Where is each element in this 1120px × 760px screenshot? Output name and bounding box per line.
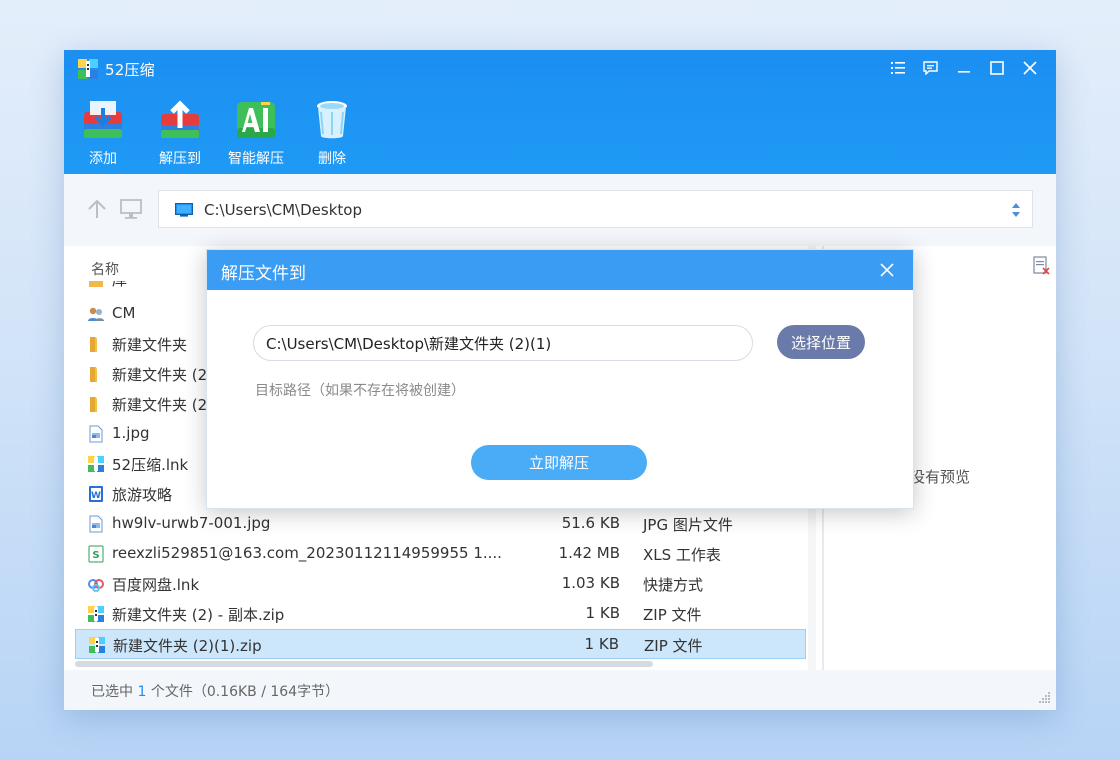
app-logo-icon bbox=[78, 59, 98, 79]
title-bar: 52压缩 添加 解压到 智能解压 删除 bbox=[64, 50, 1056, 174]
file-name: 新建文件夹 (2) - 副本.zip bbox=[112, 606, 285, 624]
file-size: 1.03 KB bbox=[561, 574, 620, 592]
baidu-netdisk-icon bbox=[88, 579, 104, 592]
choose-location-button[interactable]: 选择位置 bbox=[777, 325, 865, 359]
file-type: ZIP 文件 bbox=[643, 606, 702, 624]
image-file-icon bbox=[89, 425, 103, 443]
library-icon bbox=[89, 281, 103, 287]
word-doc-icon: W bbox=[89, 486, 103, 502]
zip-file-icon bbox=[89, 637, 105, 653]
file-size: 1.42 MB bbox=[558, 544, 620, 562]
file-type: JPG 图片文件 bbox=[643, 516, 733, 534]
file-size: 1 KB bbox=[585, 604, 620, 622]
path-dropdown-icon[interactable] bbox=[1010, 201, 1022, 219]
image-file-icon bbox=[89, 515, 103, 533]
file-name: 新建文件夹 (2 bbox=[112, 396, 208, 414]
list-item[interactable]: Sreexzli529851@163.com_20230112114959955… bbox=[75, 539, 806, 569]
desktop-icon bbox=[175, 203, 193, 217]
folder-icon bbox=[90, 367, 97, 382]
dialog-close-icon[interactable] bbox=[879, 262, 895, 278]
list-item[interactable]: 新建文件夹 (2) - 副本.zip 1 KB ZIP 文件 bbox=[75, 599, 806, 629]
list-item[interactable]: hw9lv-urwb7-001.jpg 51.6 KB JPG 图片文件 bbox=[75, 509, 806, 539]
svg-text:S: S bbox=[92, 550, 99, 561]
smart-extract-button[interactable]: 智能解压 bbox=[218, 98, 294, 172]
window-controls bbox=[881, 56, 1046, 80]
extract-now-button[interactable]: 立即解压 bbox=[471, 445, 647, 480]
add-button[interactable]: 添加 bbox=[64, 98, 142, 172]
selection-status: 已选中 1 个文件（0.16KB / 164字节） bbox=[91, 681, 339, 701]
dialog-header: 解压文件到 bbox=[207, 250, 913, 290]
trash-icon bbox=[317, 101, 347, 139]
file-name: 库 bbox=[112, 281, 127, 290]
excel-file-icon: S bbox=[88, 545, 104, 563]
add-archive-icon bbox=[84, 101, 122, 138]
app-shortcut-icon bbox=[88, 456, 104, 472]
status-suffix: 个文件（0.16KB / 164字节） bbox=[146, 684, 340, 700]
file-type: ZIP 文件 bbox=[644, 637, 703, 655]
folder-icon bbox=[90, 337, 97, 352]
ai-extract-icon bbox=[237, 102, 275, 138]
extract-dialog: 解压文件到 选择位置 目标路径（如果不存在将被创建） 立即解压 bbox=[206, 249, 914, 509]
file-name: 新建文件夹 (2)(1).zip bbox=[113, 637, 262, 655]
close-icon[interactable] bbox=[1013, 56, 1046, 80]
delete-label: 删除 bbox=[318, 151, 346, 167]
close-preview-icon[interactable] bbox=[1033, 256, 1051, 276]
file-name: 52压缩.lnk bbox=[112, 456, 189, 474]
delete-button[interactable]: 删除 bbox=[294, 98, 370, 172]
resize-grip-icon[interactable] bbox=[1036, 690, 1052, 706]
destination-path-input[interactable] bbox=[253, 325, 753, 361]
file-type: XLS 工作表 bbox=[643, 546, 721, 564]
app-title: 52压缩 bbox=[105, 61, 155, 79]
column-header-name[interactable]: 名称 bbox=[91, 259, 119, 279]
file-name: 旅游攻略 bbox=[112, 486, 173, 504]
file-name: 1.jpg bbox=[112, 424, 150, 442]
no-preview-text: 没有预览 bbox=[910, 468, 971, 486]
dialog-title: 解压文件到 bbox=[221, 264, 306, 284]
svg-text:W: W bbox=[91, 491, 101, 501]
file-size: 51.6 KB bbox=[561, 514, 620, 532]
folder-icon bbox=[90, 397, 97, 412]
list-item-selected[interactable]: 新建文件夹 (2)(1).zip 1 KB ZIP 文件 bbox=[75, 629, 806, 659]
file-name: CM bbox=[112, 304, 136, 322]
status-bar: 已选中 1 个文件（0.16KB / 164字节） bbox=[64, 670, 1056, 710]
smart-extract-label: 智能解压 bbox=[228, 151, 284, 167]
feedback-icon[interactable] bbox=[914, 56, 947, 80]
destination-hint: 目标路径（如果不存在将被创建） bbox=[255, 383, 465, 399]
up-arrow-icon[interactable] bbox=[86, 198, 108, 220]
extract-to-label: 解压到 bbox=[159, 151, 201, 167]
horizontal-scrollbar[interactable] bbox=[75, 661, 653, 667]
file-name: 新建文件夹 (2 bbox=[112, 366, 208, 384]
toolbar: 添加 解压到 智能解压 删除 bbox=[64, 98, 370, 172]
menu-icon[interactable] bbox=[881, 56, 914, 80]
computer-icon[interactable] bbox=[119, 198, 143, 220]
file-name: reexzli529851@163.com_20230112114959955 … bbox=[112, 544, 502, 562]
file-size: 1 KB bbox=[584, 635, 619, 653]
address-path: C:\Users\CM\Desktop bbox=[204, 201, 362, 219]
list-item[interactable]: 百度网盘.lnk 1.03 KB 快捷方式 bbox=[75, 569, 806, 599]
add-label: 添加 bbox=[89, 151, 117, 167]
status-prefix: 已选中 bbox=[91, 684, 138, 700]
file-name: hw9lv-urwb7-001.jpg bbox=[112, 514, 271, 532]
address-bar[interactable]: C:\Users\CM\Desktop bbox=[158, 190, 1033, 228]
extract-to-button[interactable]: 解压到 bbox=[142, 98, 218, 172]
user-folder-icon bbox=[88, 307, 104, 321]
file-name: 新建文件夹 bbox=[112, 336, 188, 354]
zip-file-icon bbox=[88, 606, 104, 622]
file-type: 快捷方式 bbox=[643, 576, 704, 594]
maximize-icon[interactable] bbox=[980, 56, 1013, 80]
extract-to-icon bbox=[161, 100, 199, 138]
file-name: 百度网盘.lnk bbox=[112, 576, 200, 594]
minimize-icon[interactable] bbox=[947, 56, 980, 80]
